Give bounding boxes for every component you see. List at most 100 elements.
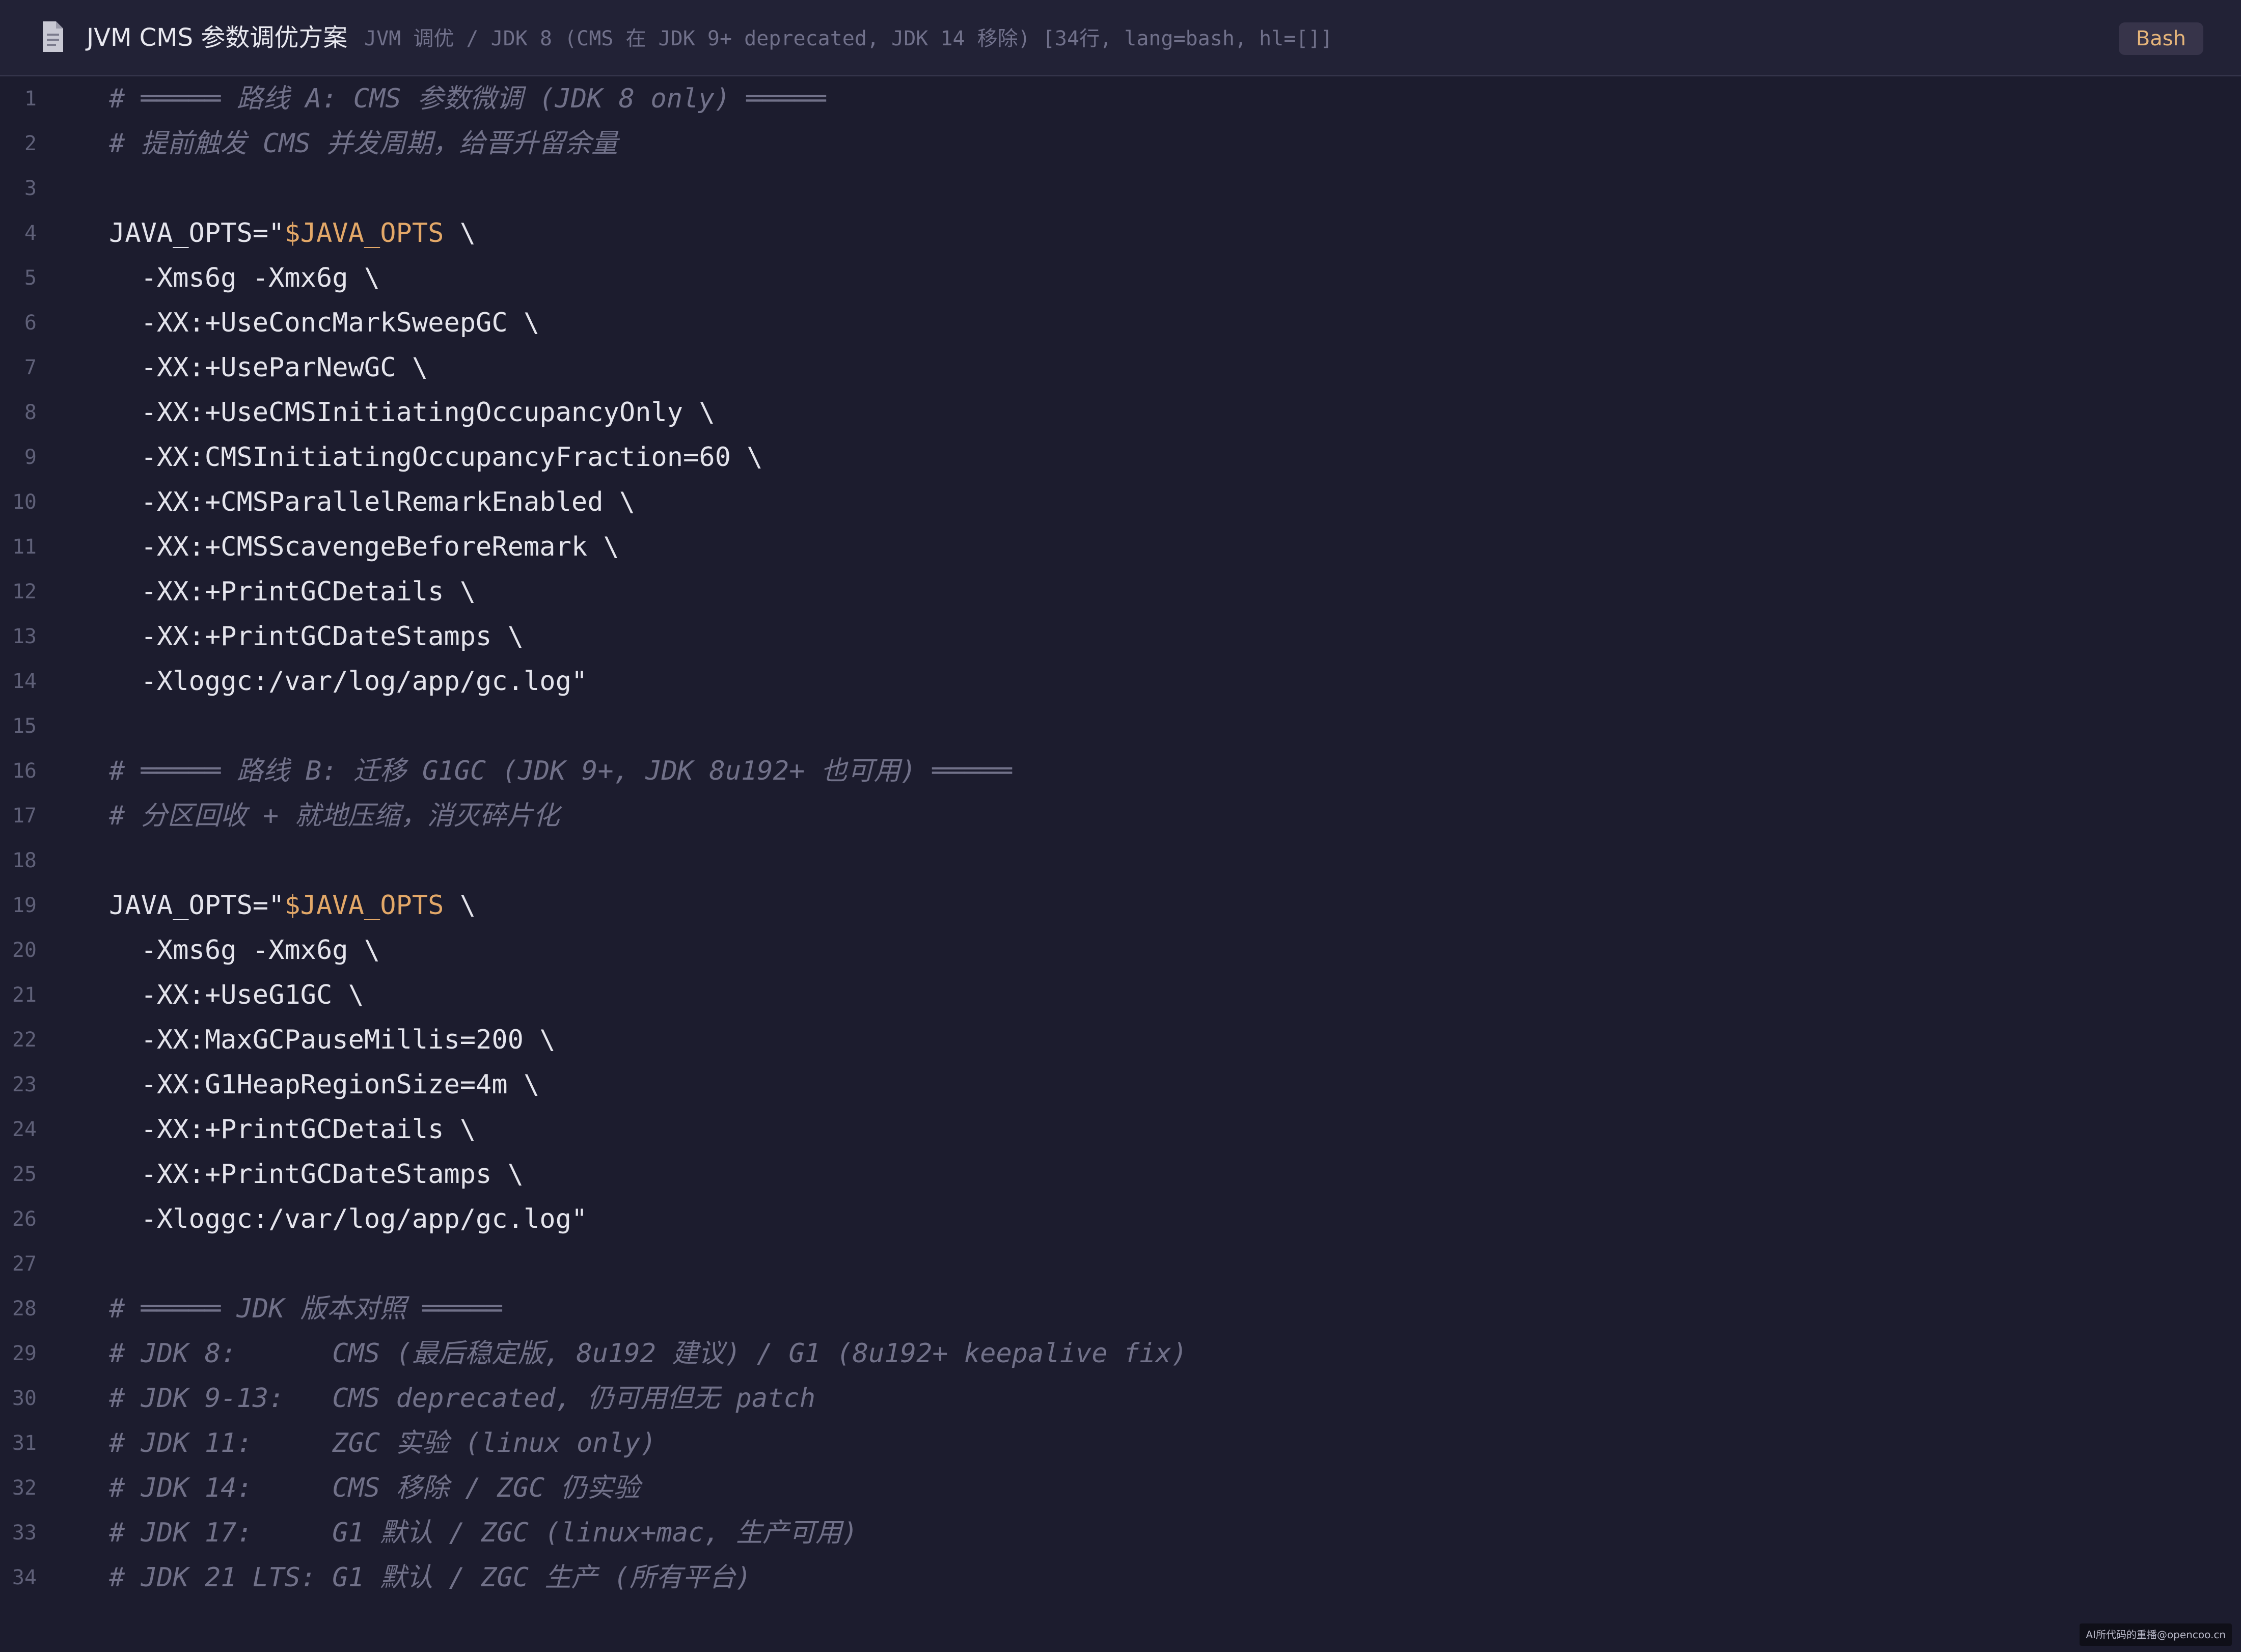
code-line: 2 # 提前触发 CMS 并发周期，给晋升留余量 xyxy=(0,121,2241,166)
code-text: -XX:+CMSParallelRemarkEnabled \ xyxy=(109,487,636,517)
line-number: 13 xyxy=(12,625,37,648)
code-comment: # ═════ 路线 A: CMS 参数微调 (JDK 8 only) ════… xyxy=(109,84,826,114)
code-text: -XX:G1HeapRegionSize=4m \ xyxy=(109,1069,540,1100)
line-number: 1 xyxy=(24,87,37,111)
watermark: AI所代码的重播@opencoo.cn xyxy=(2080,1623,2232,1646)
line-number: 7 xyxy=(24,356,37,379)
code-token: \ xyxy=(444,890,476,921)
code-line: 7 -XX:+UseParNewGC \ xyxy=(0,345,2241,390)
code-line: 13 -XX:+PrintGCDateStamps \ xyxy=(0,614,2241,659)
code-text: -Xms6g -Xmx6g \ xyxy=(109,263,380,293)
code-comment: # JDK 9-13: CMS deprecated, 仍可用但无 patch xyxy=(109,1383,816,1414)
code-line: 29 # JDK 8: CMS (最后稳定版, 8u192 建议) / G1 (8… xyxy=(0,1331,2241,1376)
code-line: 16 # ═════ 路线 B: 迁移 G1GC (JDK 9+, JDK 8u1… xyxy=(0,749,2241,793)
code-line: 11 -XX:+CMSScavengeBeforeRemark \ xyxy=(0,525,2241,569)
language-badge: Bash xyxy=(2118,22,2203,55)
code-text: -XX:+UseG1GC \ xyxy=(109,980,364,1010)
line-number: 10 xyxy=(12,490,37,514)
code-line: 22 -XX:MaxGCPauseMillis=200 \ xyxy=(0,1017,2241,1062)
code-line: 9 -XX:CMSInitiatingOccupancyFraction=60 … xyxy=(0,435,2241,480)
line-number: 34 xyxy=(12,1566,37,1589)
line-number: 19 xyxy=(12,894,37,917)
code-line: 27 xyxy=(0,1242,2241,1286)
code-comment: # ═════ 路线 B: 迁移 G1GC (JDK 9+, JDK 8u192… xyxy=(109,756,1012,786)
code-text: -XX:+UseConcMarkSweepGC \ xyxy=(109,308,540,338)
code-line: 32 # JDK 14: CMS 移除 / ZGC 仍实验 xyxy=(0,1466,2241,1510)
code-text: -Xloggc:/var/log/app/gc.log" xyxy=(109,666,588,697)
code-line: 30 # JDK 9-13: CMS deprecated, 仍可用但无 patc… xyxy=(0,1376,2241,1421)
code-text: -XX:MaxGCPauseMillis=200 \ xyxy=(109,1025,556,1055)
code-line: 17 # 分区回收 + 就地压缩，消灭碎片化 xyxy=(0,793,2241,838)
code-text: JAVA_OPTS="$JAVA_OPTS \ xyxy=(109,211,476,256)
code-line: 5 -Xms6g -Xmx6g \ xyxy=(0,256,2241,300)
code-comment: # JDK 11: ZGC 实验 (linux only) xyxy=(109,1428,657,1458)
line-number: 14 xyxy=(12,670,37,693)
line-number: 31 xyxy=(12,1431,37,1455)
line-number: 4 xyxy=(24,222,37,245)
line-number: 32 xyxy=(12,1476,37,1500)
code-line: 26 -Xloggc:/var/log/app/gc.log" xyxy=(0,1197,2241,1242)
code-text: -XX:+PrintGCDetails \ xyxy=(109,576,476,607)
code-text: -XX:+PrintGCDateStamps \ xyxy=(109,621,524,652)
code-token: JAVA_OPTS=" xyxy=(109,218,285,249)
line-number: 11 xyxy=(12,535,37,559)
code-line: 12 -XX:+PrintGCDetails \ xyxy=(0,569,2241,614)
line-number: 6 xyxy=(24,311,37,335)
code-text: -XX:+UseCMSInitiatingOccupancyOnly \ xyxy=(109,397,715,428)
code-text: JAVA_OPTS="$JAVA_OPTS \ xyxy=(109,883,476,928)
line-number: 5 xyxy=(24,266,37,290)
code-token: JAVA_OPTS=" xyxy=(109,890,285,921)
code-line: 25 -XX:+PrintGCDateStamps \ xyxy=(0,1152,2241,1197)
code-line: 18 xyxy=(0,838,2241,883)
code-text: -Xloggc:/var/log/app/gc.log" xyxy=(109,1204,588,1234)
line-number: 25 xyxy=(12,1163,37,1186)
code-line: 23 -XX:G1HeapRegionSize=4m \ xyxy=(0,1062,2241,1107)
line-number: 18 xyxy=(12,849,37,872)
code-line: 1 # ═════ 路线 A: CMS 参数微调 (JDK 8 only) ═══… xyxy=(0,76,2241,121)
code-comment: # 分区回收 + 就地压缩，消灭碎片化 xyxy=(109,801,560,831)
line-number: 17 xyxy=(12,804,37,828)
line-number: 15 xyxy=(12,714,37,738)
line-number: 30 xyxy=(12,1387,37,1410)
code-text: -XX:+PrintGCDetails \ xyxy=(109,1114,476,1145)
line-number: 16 xyxy=(12,759,37,783)
code-comment: # JDK 21 LTS: G1 默认 / ZGC 生产 (所有平台) xyxy=(109,1562,752,1593)
code-line: 14 -Xloggc:/var/log/app/gc.log" xyxy=(0,659,2241,704)
file-header: JVM CMS 参数调优方案 JVM 调优 / JDK 8 (CMS 在 JDK… xyxy=(0,0,2241,76)
code-line: 34 # JDK 21 LTS: G1 默认 / ZGC 生产 (所有平台) xyxy=(0,1555,2241,1600)
code-line: 20 -Xms6g -Xmx6g \ xyxy=(0,928,2241,973)
code-line: 8 -XX:+UseCMSInitiatingOccupancyOnly \ xyxy=(0,390,2241,435)
code-text: -XX:CMSInitiatingOccupancyFraction=60 \ xyxy=(109,442,763,473)
code-line: 15 xyxy=(0,704,2241,749)
shell-variable: $JAVA_OPTS xyxy=(284,890,444,921)
code-comment: # JDK 8: CMS (最后稳定版, 8u192 建议) / G1 (8u1… xyxy=(109,1338,1188,1369)
file-subtitle: JVM 调优 / JDK 8 (CMS 在 JDK 9+ deprecated,… xyxy=(364,27,1333,50)
line-number: 28 xyxy=(12,1297,37,1320)
code-line: 21 -XX:+UseG1GC \ xyxy=(0,973,2241,1017)
code-line: 19 JAVA_OPTS="$JAVA_OPTS \ xyxy=(0,883,2241,928)
code-comment: # JDK 14: CMS 移除 / ZGC 仍实验 xyxy=(109,1473,640,1503)
line-number: 8 xyxy=(24,401,37,424)
file-title: JVM CMS 参数调优方案 xyxy=(87,23,348,52)
line-number: 29 xyxy=(12,1342,37,1365)
document-icon xyxy=(43,21,63,52)
code-text: -XX:+UseParNewGC \ xyxy=(109,352,428,383)
line-number: 20 xyxy=(12,939,37,962)
line-number: 9 xyxy=(24,446,37,469)
line-number: 26 xyxy=(12,1207,37,1231)
line-number: 33 xyxy=(12,1521,37,1545)
code-comment: # ═════ JDK 版本对照 ═════ xyxy=(109,1293,502,1324)
shell-variable: $JAVA_OPTS xyxy=(284,218,444,249)
line-number: 12 xyxy=(12,580,37,603)
code-line: 24 -XX:+PrintGCDetails \ xyxy=(0,1107,2241,1152)
code-line: 33 # JDK 17: G1 默认 / ZGC (linux+mac, 生产可用… xyxy=(0,1510,2241,1555)
code-comment: # JDK 17: G1 默认 / ZGC (linux+mac, 生产可用) xyxy=(109,1518,858,1548)
code-line: 28 # ═════ JDK 版本对照 ═════ xyxy=(0,1286,2241,1331)
code-text: -XX:+CMSScavengeBeforeRemark \ xyxy=(109,532,619,562)
code-line: 6 -XX:+UseConcMarkSweepGC \ xyxy=(0,300,2241,345)
line-number: 22 xyxy=(12,1028,37,1052)
line-number: 27 xyxy=(12,1252,37,1276)
code-line: 4 JAVA_OPTS="$JAVA_OPTS \ xyxy=(0,211,2241,256)
code-line: 10 -XX:+CMSParallelRemarkEnabled \ xyxy=(0,480,2241,525)
line-number: 3 xyxy=(24,177,37,200)
